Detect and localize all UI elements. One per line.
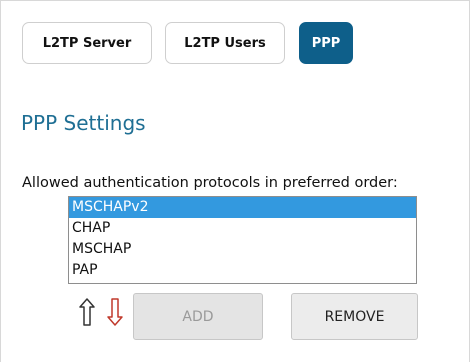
protocols-label: Allowed authentication protocols in pref… <box>22 175 398 191</box>
protocol-option-chap[interactable]: CHAP <box>69 218 416 239</box>
settings-panel: L2TP Server L2TP Users PPP PPP Settings … <box>0 0 470 362</box>
protocols-listbox[interactable]: MSCHAPv2 CHAP MSCHAP PAP <box>68 196 417 284</box>
add-button[interactable]: ADD <box>133 293 263 340</box>
protocol-option-mschapv2[interactable]: MSCHAPv2 <box>69 197 416 218</box>
section-title: PPP Settings <box>21 111 146 135</box>
protocol-option-mschap[interactable]: MSCHAP <box>69 239 416 260</box>
tab-ppp[interactable]: PPP <box>299 22 353 64</box>
move-up-icon[interactable] <box>77 297 97 327</box>
protocol-option-pap[interactable]: PAP <box>69 260 416 281</box>
move-down-icon[interactable] <box>105 297 125 327</box>
tab-l2tp-server[interactable]: L2TP Server <box>22 22 152 64</box>
tab-l2tp-users[interactable]: L2TP Users <box>165 22 285 64</box>
remove-button[interactable]: REMOVE <box>291 293 418 340</box>
